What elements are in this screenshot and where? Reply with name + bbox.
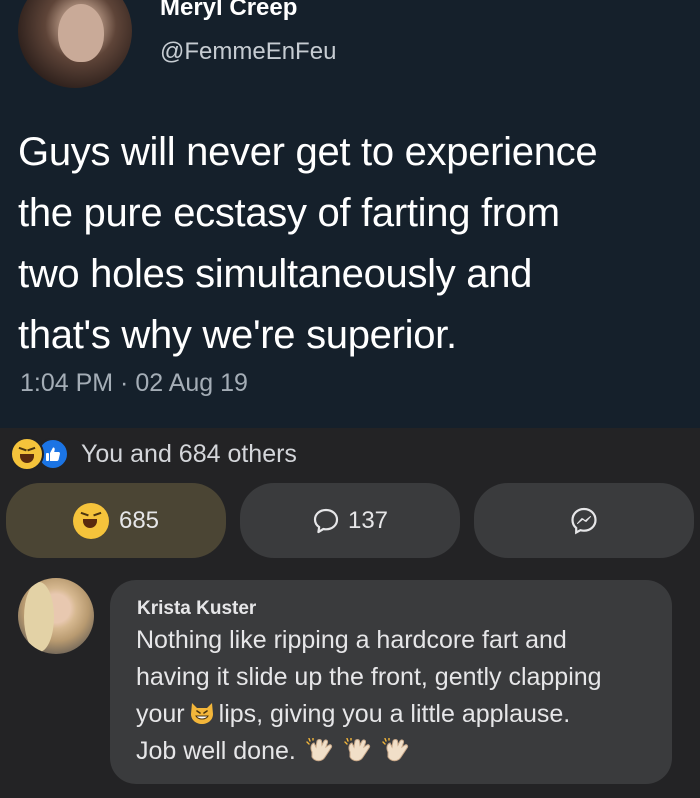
comment-line: Nothing like ripping a hardcore fart and [136, 626, 567, 654]
comment-line-part: lips, giving you a little applause. [218, 700, 571, 728]
tweet-text: Guys will never get to experience the pu… [18, 122, 698, 366]
comment-count: 137 [347, 506, 389, 534]
haha-count: 685 [118, 506, 160, 534]
grinning-cat-icon [189, 699, 215, 724]
comment-line: having it slide up the front, gently cla… [136, 663, 602, 691]
tweet-text-line: the pure ecstasy of farting from [18, 191, 560, 235]
tweet-author-name[interactable]: Meryl Creep [160, 0, 297, 22]
haha-reaction-button[interactable]: 685 [6, 483, 226, 558]
comment-bubble: Krista Kuster Nothing like ripping a har… [110, 580, 672, 784]
tweet-timestamp: 1:04 PM · 02 Aug 19 [20, 369, 248, 397]
tweet-card: Meryl Creep @FemmeEnFeu Guys will never … [0, 0, 700, 428]
comment-line: your lips, giving you a little applause. [136, 696, 666, 733]
comment-button[interactable]: 137 [240, 483, 460, 558]
messenger-icon [569, 506, 599, 536]
comment-line-part: Job well done. [136, 737, 296, 765]
commenter-name[interactable]: Krista Kuster [137, 598, 256, 620]
clap-icon [344, 737, 372, 764]
tweet-author-avatar[interactable] [18, 0, 132, 88]
comment-line: Job well done. [136, 733, 666, 770]
haha-emoji-icon [10, 437, 44, 471]
comment-line-part: your [136, 700, 185, 728]
clap-icon [382, 737, 410, 764]
avatar-face [58, 4, 104, 62]
comment-bubble-icon [312, 507, 340, 535]
tweet-author-handle[interactable]: @FemmeEnFeu [160, 38, 336, 66]
clap-icon [306, 737, 334, 764]
comment-text: Nothing like ripping a hardcore fart and… [136, 622, 666, 770]
tweet-text-line: that's why we're superior. [18, 313, 457, 357]
tweet-text-line: Guys will never get to experience [18, 130, 598, 174]
reaction-summary[interactable]: You and 684 others [10, 436, 297, 472]
share-messenger-button[interactable] [474, 483, 694, 558]
commenter-avatar[interactable] [18, 578, 94, 654]
haha-emoji-icon [72, 502, 109, 539]
tweet-text-line: two holes simultaneously and [18, 252, 533, 296]
reaction-summary-text: You and 684 others [81, 439, 297, 468]
avatar-hair [24, 582, 54, 652]
